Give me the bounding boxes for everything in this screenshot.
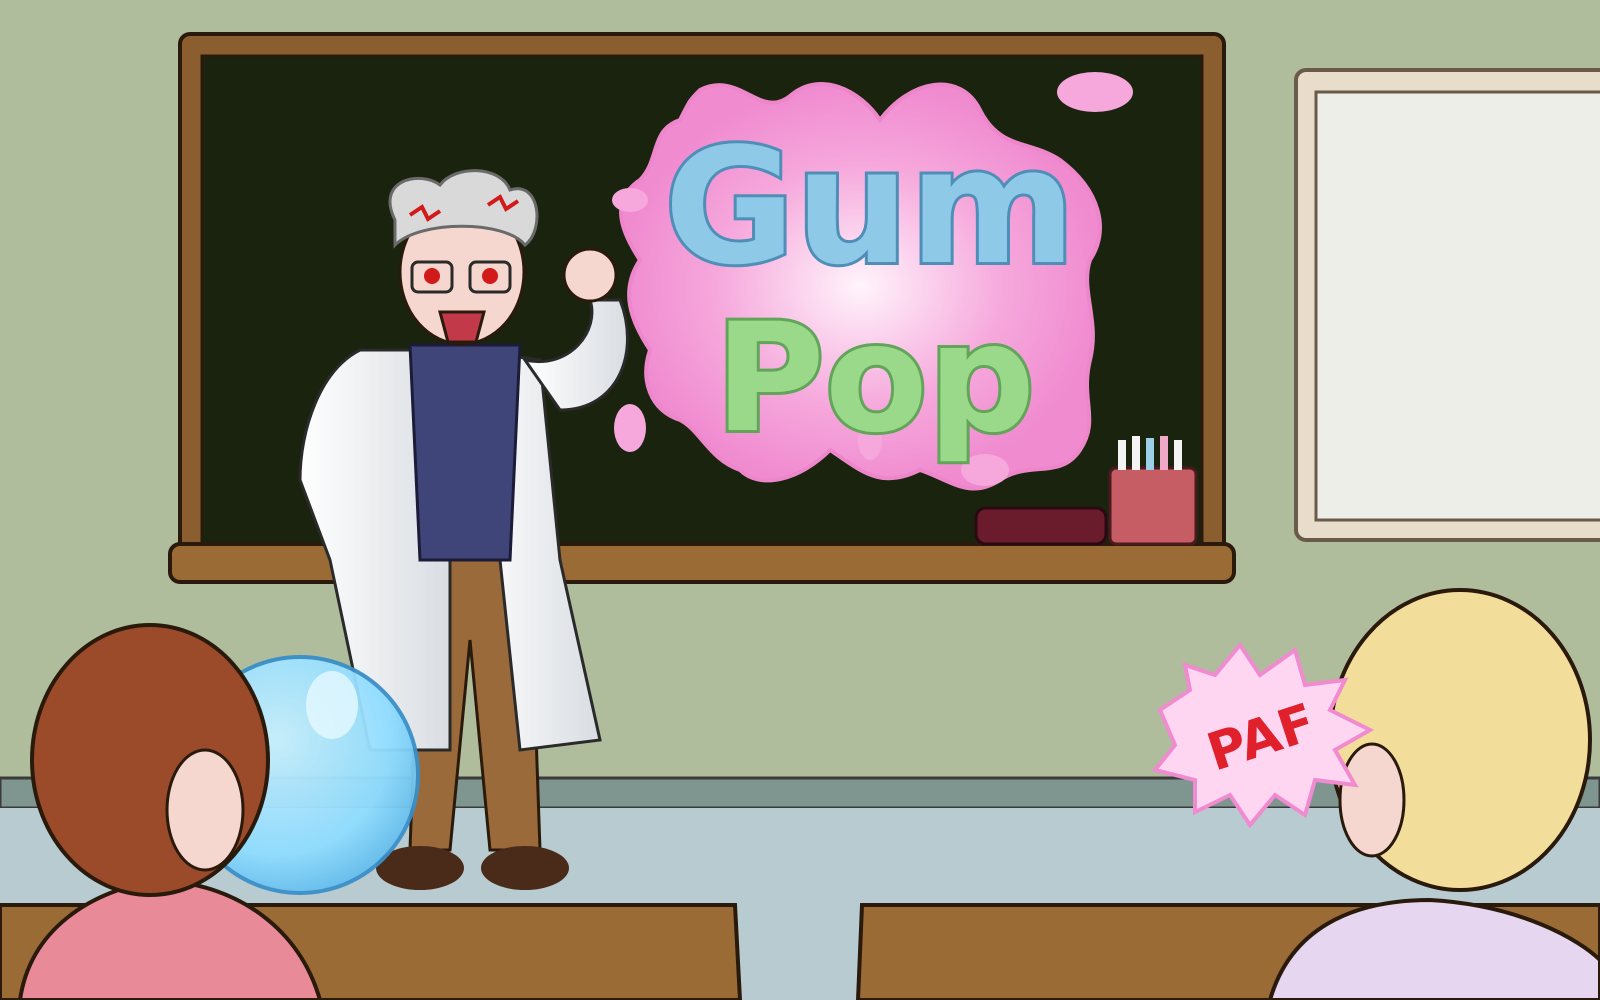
gum-droplet (612, 188, 648, 212)
logo-line-1: Gum (664, 113, 1076, 300)
eraser-icon (974, 506, 1108, 546)
raised-fist (562, 247, 618, 303)
gum-pop-logo: Gum Pop (612, 72, 1133, 491)
gum-droplet (614, 404, 646, 452)
whiteboard (1294, 68, 1600, 542)
logo-line-2: Pop (715, 292, 1035, 466)
classroom-scene: Gum Pop PAF (0, 0, 1600, 1000)
scene-canvas: Gum Pop PAF (0, 0, 1600, 1000)
gum-droplet (1057, 72, 1133, 112)
